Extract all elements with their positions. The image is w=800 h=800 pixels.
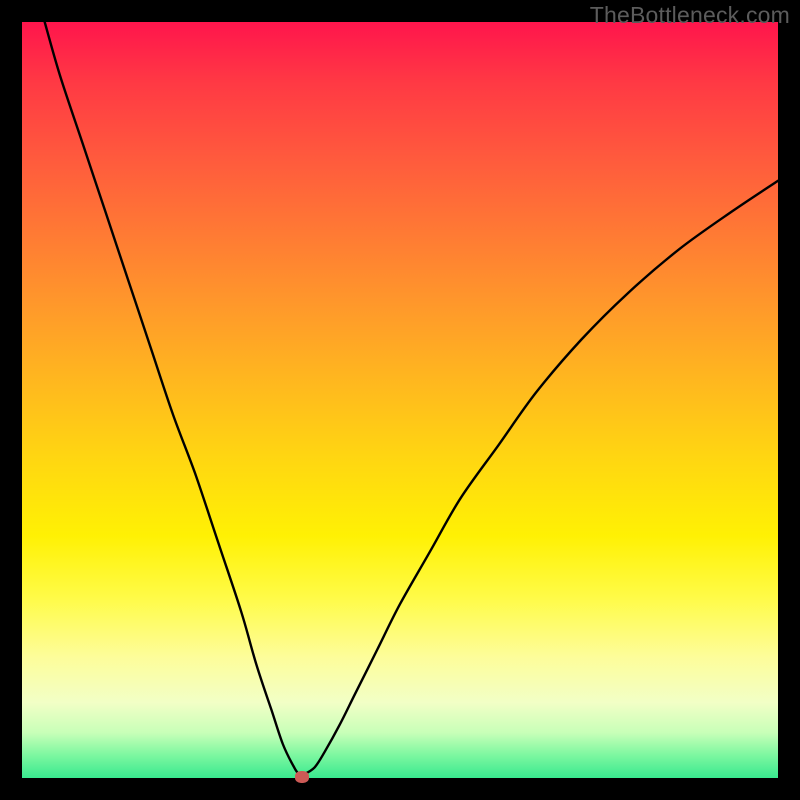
bottleneck-curve <box>0 0 800 800</box>
minimum-point-marker <box>295 771 309 783</box>
